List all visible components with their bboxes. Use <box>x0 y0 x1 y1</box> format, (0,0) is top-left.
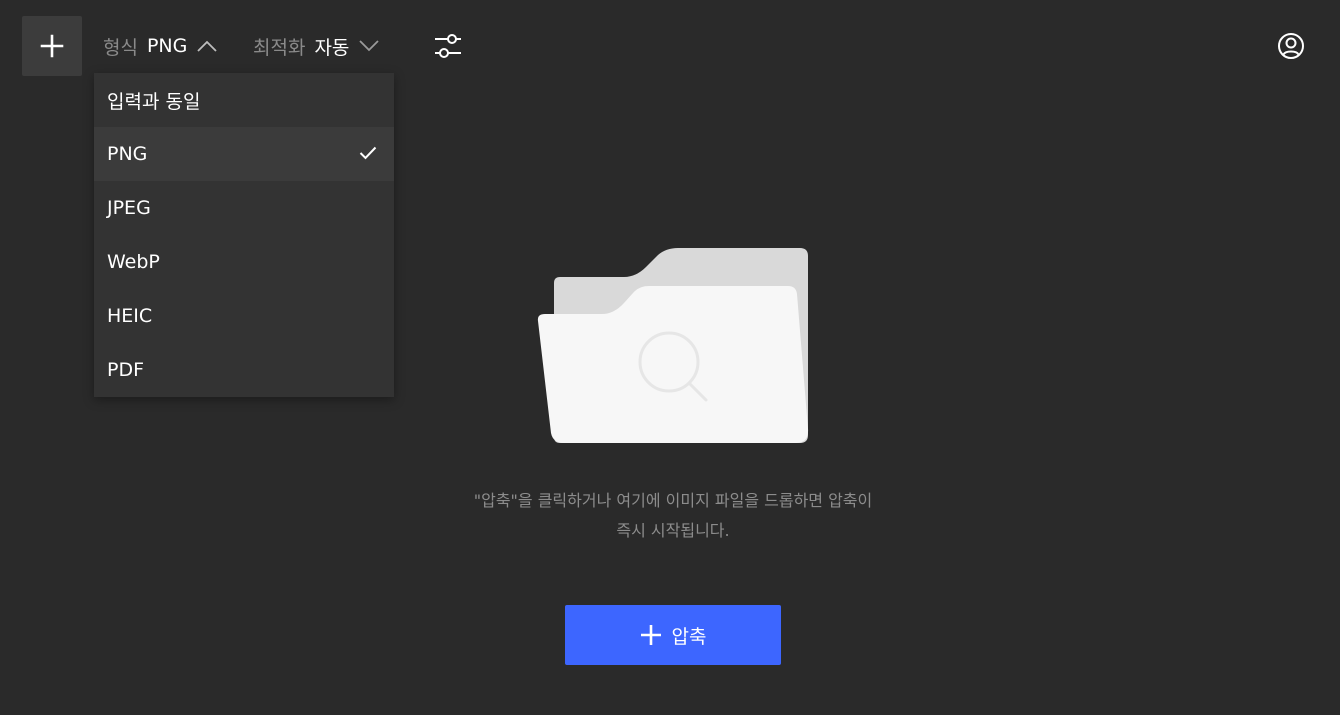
optimization-value: 자동 <box>314 36 350 59</box>
format-selector[interactable]: 형식 PNG <box>103 28 218 64</box>
optimization-selector[interactable]: 최적화 자동 <box>253 28 380 64</box>
plus-icon <box>40 34 64 58</box>
checkmark-icon <box>359 146 377 160</box>
add-files-button[interactable] <box>22 16 82 76</box>
format-option-label: PDF <box>107 359 145 381</box>
chevron-up-icon <box>197 40 218 52</box>
empty-state-line-2: 즉시 시작됩니다. <box>616 521 730 540</box>
chevron-down-icon <box>359 40 380 52</box>
format-option-label: JPEG <box>107 197 151 219</box>
format-option-jpeg[interactable]: JPEG <box>94 181 394 235</box>
empty-state-message: "압축"을 클릭하거나 여기에 이미지 파일을 드롭하면 압축이 즉시 시작됩니… <box>370 486 976 546</box>
format-option-webp[interactable]: WebP <box>94 235 394 289</box>
format-option-label: PNG <box>107 143 148 165</box>
plus-icon <box>640 625 661 645</box>
empty-state-line-1: "압축"을 클릭하거나 여기에 이미지 파일을 드롭하면 압축이 <box>473 491 873 510</box>
format-value: PNG <box>146 35 188 57</box>
sliders-icon[interactable] <box>432 31 464 61</box>
format-label: 형식 <box>103 36 138 59</box>
optimization-label: 최적화 <box>253 36 306 59</box>
folder-search-icon <box>537 248 809 443</box>
format-option-label: WebP <box>107 251 160 273</box>
compress-button-label: 압축 <box>671 625 707 648</box>
compress-button[interactable]: 압축 <box>565 605 781 665</box>
format-option-heic[interactable]: HEIC <box>94 289 394 343</box>
format-dropdown-menu: 입력과 동일 PNG JPEG WebP HEIC PDF <box>94 73 394 397</box>
format-option-png[interactable]: PNG <box>94 127 394 181</box>
app-root: 형식 PNG 최적화 자동 입력과 동일 PNG JPEG WebP HEIC … <box>0 0 1340 715</box>
format-option-label: 입력과 동일 <box>107 90 201 113</box>
format-option-same-as-input[interactable]: 입력과 동일 <box>94 73 394 127</box>
format-option-label: HEIC <box>107 305 153 327</box>
user-circle-icon[interactable] <box>1277 32 1305 60</box>
format-option-pdf[interactable]: PDF <box>94 343 394 397</box>
